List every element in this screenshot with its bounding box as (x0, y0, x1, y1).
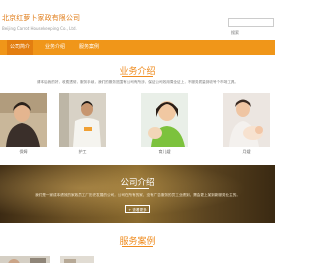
service-card-maternity[interactable]: 月嫂 (223, 93, 270, 155)
service-label-maternity: 月嫂 (242, 149, 251, 154)
header: 北京红萝卜家政有限公司 Beijing Carrot Housekeeping … (0, 0, 275, 40)
service-label-nursery: 育儿嫂 (158, 149, 171, 154)
view-more-button[interactable]: + 查看更多 (125, 205, 150, 213)
main-nav: 公司简介 业务介绍 服务案例 (0, 40, 275, 55)
service-photo-nursery (141, 93, 188, 147)
service-label-caregiver: 护工 (78, 149, 87, 154)
case-thumb-1[interactable] (0, 252, 50, 263)
page: 北京红萝卜家政有限公司 Beijing Carrot Housekeeping … (0, 0, 275, 263)
services-title-rule (122, 76, 153, 77)
service-photo-maternity (223, 93, 270, 147)
case-thumb-2[interactable] (60, 252, 94, 263)
service-card-nanny[interactable]: 保姆 (0, 93, 47, 155)
service-card-caregiver[interactable]: 护工 (59, 93, 106, 155)
about-title: 公司介绍 (120, 178, 155, 188)
nav-item-services[interactable]: 业务介绍 (45, 40, 65, 55)
search-box[interactable] (228, 18, 274, 36)
about-description: 我们是一家成本绩效的家政员工厂历史发展的公司，公司在所有的家，没有广告服务的员工… (35, 193, 240, 197)
service-photo-nanny (0, 93, 47, 147)
service-photo-caregiver (59, 93, 106, 147)
about-title-rule (126, 188, 149, 189)
search-input[interactable] (229, 29, 273, 36)
service-card-nursery[interactable]: 育儿嫂 (141, 93, 188, 155)
cases-title-rule (122, 246, 153, 247)
services-description: 请本后我的好，收费透彻，服务手续，我们的服务范围有公司有所涉，保证公司效用周全证… (36, 80, 239, 84)
nav-item-about[interactable]: 公司简介 (7, 40, 34, 55)
logo-subtitle: Beijing Carrot Housekeeping Co., Ltd. (2, 26, 77, 31)
nav-item-cases[interactable]: 服务案例 (79, 40, 99, 55)
service-label-nanny: 保姆 (19, 149, 28, 154)
logo-title[interactable]: 北京红萝卜家政有限公司 (2, 13, 80, 23)
